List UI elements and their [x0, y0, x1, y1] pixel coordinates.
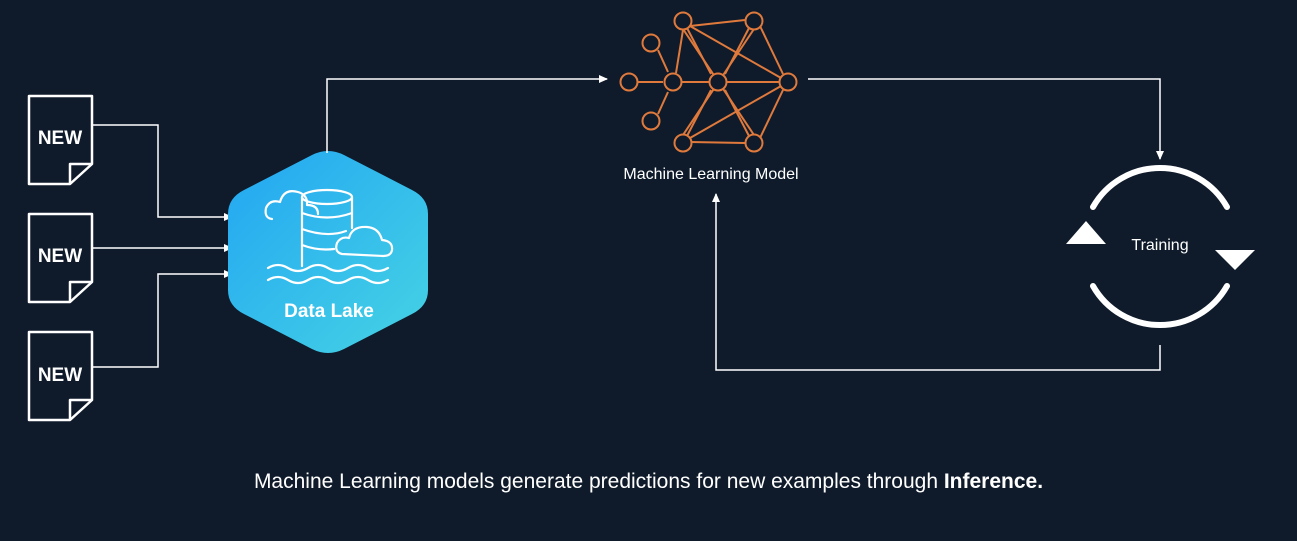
connector-training-to-model [712, 193, 1161, 371]
neural-network-icon [619, 11, 798, 153]
document-label-1: NEW [37, 128, 83, 149]
ml-model-label: Machine Learning Model [623, 166, 799, 183]
document-label-2: NEW [37, 246, 83, 267]
cycle-arrow-up [1066, 221, 1106, 244]
caption: Machine Learning models generate predict… [0, 470, 1297, 494]
connector-lake-to-model [326, 75, 608, 153]
diagram-canvas [27, 11, 1255, 422]
training-label: Training [1131, 237, 1189, 254]
connector-model-to-training [808, 78, 1164, 160]
caption-text: Machine Learning models generate predict… [253, 470, 944, 493]
cycle-arrow-down [1215, 250, 1255, 270]
document-label-3: NEW [37, 365, 83, 386]
caption-emphasis: Inference. [943, 470, 1044, 493]
data-lake-label: Data Lake [284, 301, 374, 322]
connector-doc1-to-lake [92, 124, 233, 221]
connector-doc3-to-lake [92, 270, 233, 368]
